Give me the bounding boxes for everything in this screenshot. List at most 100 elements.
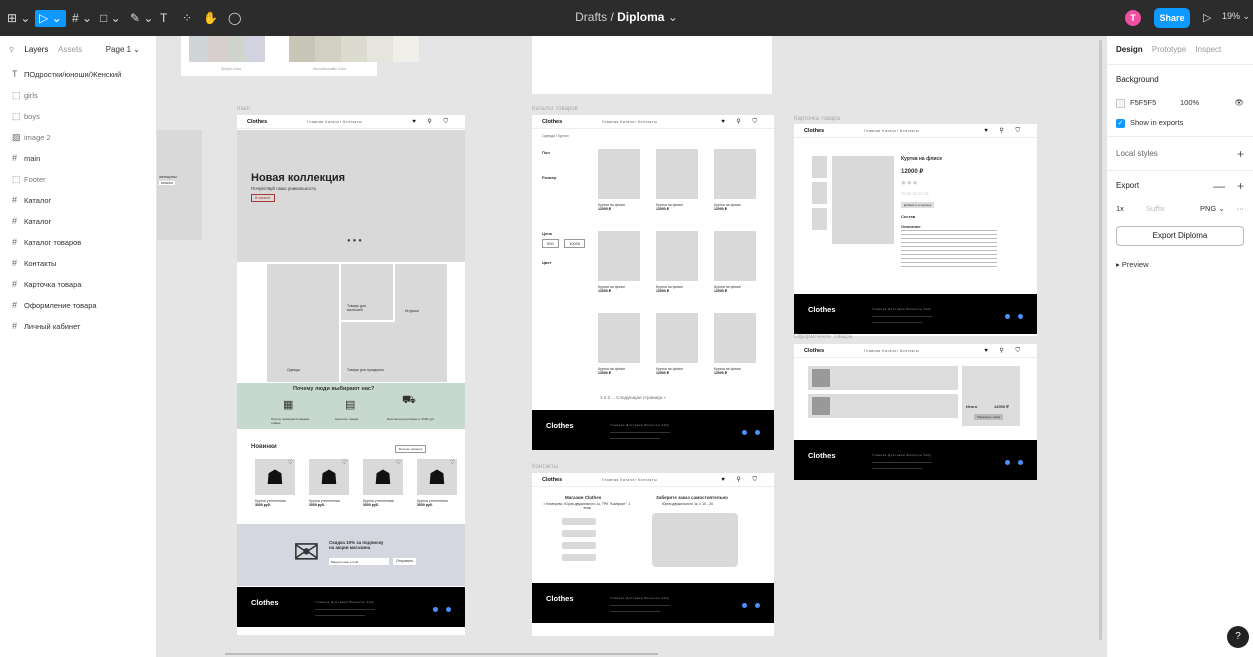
frame-label-checkout[interactable]: Оформление товара [794, 334, 852, 340]
main-frame[interactable]: Clothes Главная Каталог Контакты ♥ ⚲ ⛉ Н… [237, 115, 465, 635]
blank-frame-top[interactable] [532, 36, 772, 94]
tab-layers[interactable]: Layers [24, 45, 48, 54]
layer-item[interactable]: # Карточка товара [0, 274, 156, 295]
search-icon[interactable]: ⚲ [9, 47, 14, 54]
frame-label-main[interactable]: main [237, 106, 250, 112]
export-scale[interactable]: 1x [1116, 204, 1124, 213]
background-fill-row[interactable]: F5F5F5 100% 👁 [1116, 98, 1244, 108]
frame-icon: # [12, 153, 18, 163]
subscribe-section: ✉ Скидка 10% за подписку на акции магази… [237, 524, 465, 586]
checkout-frame[interactable]: Clothes Главная Каталог Контакты ♥ ⚲ ⛉ И… [794, 344, 1037, 480]
layer-label: ПОдростки/юноши/Женский [24, 70, 122, 79]
card-color-dots: ●●● [901, 178, 919, 187]
frame-label-catalog[interactable]: Каталог товаров [532, 106, 578, 112]
side-label-catalog: каталог [159, 181, 176, 185]
side-banner-frame[interactable]: женщины каталог [157, 130, 202, 240]
layer-item[interactable]: # main [0, 148, 156, 169]
design-canvas[interactable]: Simple Color Monochromatic Color женщины… [157, 36, 1100, 657]
layer-label: main [24, 154, 41, 163]
frame-label-product-card[interactable]: Карточка товара [794, 116, 840, 122]
help-button[interactable]: ? [1227, 626, 1249, 648]
category-tile-kids: Товары для малышей [341, 264, 393, 320]
text-layer-icon: T [12, 69, 18, 79]
jacket-icon: ☗ [320, 467, 338, 489]
tab-prototype[interactable]: Prototype [1152, 45, 1186, 54]
show-in-exports-row[interactable]: ✓ Show in exports [1116, 118, 1244, 128]
frame-icon: # [12, 195, 18, 205]
catalog-frame[interactable]: Clothes Главная Каталог Контакты ♥ ⚲ ⛉ О… [532, 115, 774, 450]
checkout-navbar: Clothes Главная Каталог Контакты ♥ ⚲ ⛉ [794, 344, 1037, 358]
hero-banner: Новая коллекция Почувствуй свою уникальн… [237, 130, 465, 262]
export-more-icon[interactable]: ··· [1237, 204, 1245, 213]
contacts-pickup-address: Юрия двужильного 1к, с 10 - 20 [662, 502, 714, 506]
layer-label: boys [24, 112, 40, 121]
layer-item[interactable]: # Личный кабинет [0, 316, 156, 337]
tab-inspect[interactable]: Inspect [1195, 45, 1221, 54]
present-play-icon[interactable]: ▷ [1203, 11, 1211, 24]
remove-export-icon[interactable]: — [1213, 179, 1225, 193]
layer-item[interactable]: # Каталог [0, 211, 156, 232]
chevron-down-icon[interactable]: ⌄ [664, 10, 678, 24]
layer-item[interactable]: # Каталог товаров [0, 232, 156, 253]
layer-item[interactable]: ⬚ girls [0, 85, 156, 106]
product-card-frame[interactable]: Clothes Главная Каталог Контакты ♥ ⚲ ⛉ К… [794, 124, 1037, 336]
category-tile-clothes: Одежда [267, 264, 339, 382]
add-style-icon[interactable]: + [1237, 147, 1244, 161]
tab-design[interactable]: Design [1116, 45, 1143, 54]
background-hex[interactable]: F5F5F5 [1130, 98, 1156, 107]
card-title: Куртка на флисе [901, 156, 943, 162]
footer-links: Главная Доставка Вопросы FAQ [315, 600, 375, 604]
product-price: 12000 ₽ [714, 371, 727, 375]
show-in-exports-checkbox[interactable]: ✓ [1116, 118, 1125, 128]
layers-panel: ⚲ Layers Assets Page 1 ⌄ T ПОдростки/юнош… [0, 36, 157, 657]
layer-item[interactable]: # Каталог [0, 190, 156, 211]
layer-item[interactable]: ▨ image 2 [0, 127, 156, 148]
contacts-footer: Clothes Главная Доставка Вопросы FAQ [532, 583, 774, 623]
file-name[interactable]: Diploma [617, 10, 664, 24]
layer-label: girls [24, 91, 38, 100]
export-button[interactable]: Export Diploma [1116, 226, 1244, 246]
user-avatar[interactable]: T [1125, 10, 1141, 26]
card-thumb-2 [812, 182, 827, 204]
tab-assets[interactable]: Assets [58, 45, 82, 54]
product-price: 12000 ₽ [656, 289, 669, 293]
contact-vk-pill [562, 530, 596, 537]
layer-item[interactable]: ⬚ Footer [0, 169, 156, 190]
category-tile-holiday: Товары для праздника [341, 322, 447, 382]
contacts-frame[interactable]: Clothes Главная Каталог Контакты ♥ ⚲ ⛉ М… [532, 473, 774, 636]
layer-item[interactable]: # Оформление товара [0, 295, 156, 316]
frame-label-contacts[interactable]: Контакты [532, 464, 558, 470]
frame-icon: # [12, 216, 18, 226]
checkout-total-label: Итого [966, 404, 978, 409]
contacts-address: г. Кемерово, Юрия двужильного 1к, ТРК "К… [543, 502, 631, 510]
catalog-breadcrumb: Одежда / Куртки [542, 134, 569, 138]
canvas-horizontal-scrollbar[interactable] [225, 653, 658, 655]
local-styles-section: Local styles + [1107, 136, 1253, 170]
export-settings-row: 1x Suffix PNG ⌄ ··· [1116, 204, 1244, 214]
envelope-icon: ✉ [293, 534, 320, 570]
quality-icon: ▤ [345, 399, 356, 411]
carousel-dots: ●●● [347, 238, 364, 244]
why-us-section: Почему люди выбирают нас? ▦ ▤ ⛟ Пункты п… [237, 383, 465, 429]
preview-toggle[interactable]: ▸ Preview [1116, 260, 1244, 270]
site-nav-icons: ♥ ⚲ ⛉ [412, 119, 453, 125]
page-selector[interactable]: Page 1 ⌄ [106, 45, 140, 54]
export-suffix-input[interactable]: Suffix [1146, 204, 1165, 213]
background-color-swatch[interactable] [1116, 98, 1125, 108]
layer-item[interactable]: T ПОдростки/юноши/Женский [0, 64, 156, 85]
canvas-vertical-scrollbar[interactable] [1099, 40, 1102, 640]
eye-icon[interactable]: 👁 [1234, 98, 1244, 107]
palette-frame[interactable]: Simple Color Monochromatic Color [181, 36, 419, 76]
checkout-submit-button: Оформить заказ [974, 414, 1004, 420]
layer-item[interactable]: # Контакты [0, 253, 156, 274]
breadcrumb-folder[interactable]: Drafts [575, 10, 607, 24]
frame-icon: # [12, 258, 18, 268]
add-export-icon[interactable]: + [1237, 179, 1244, 193]
filter-gender: Пол [542, 150, 550, 155]
zoom-level-dropdown[interactable]: 19% ⌄ [1222, 11, 1250, 22]
layer-item[interactable]: ⬚ boys [0, 106, 156, 127]
catalog-product-card: Куртка на флисе 12000 ₽ [656, 231, 698, 293]
share-button[interactable]: Share [1154, 8, 1190, 28]
export-format-select[interactable]: PNG ⌄ [1200, 204, 1225, 213]
background-opacity[interactable]: 100% [1180, 98, 1199, 107]
